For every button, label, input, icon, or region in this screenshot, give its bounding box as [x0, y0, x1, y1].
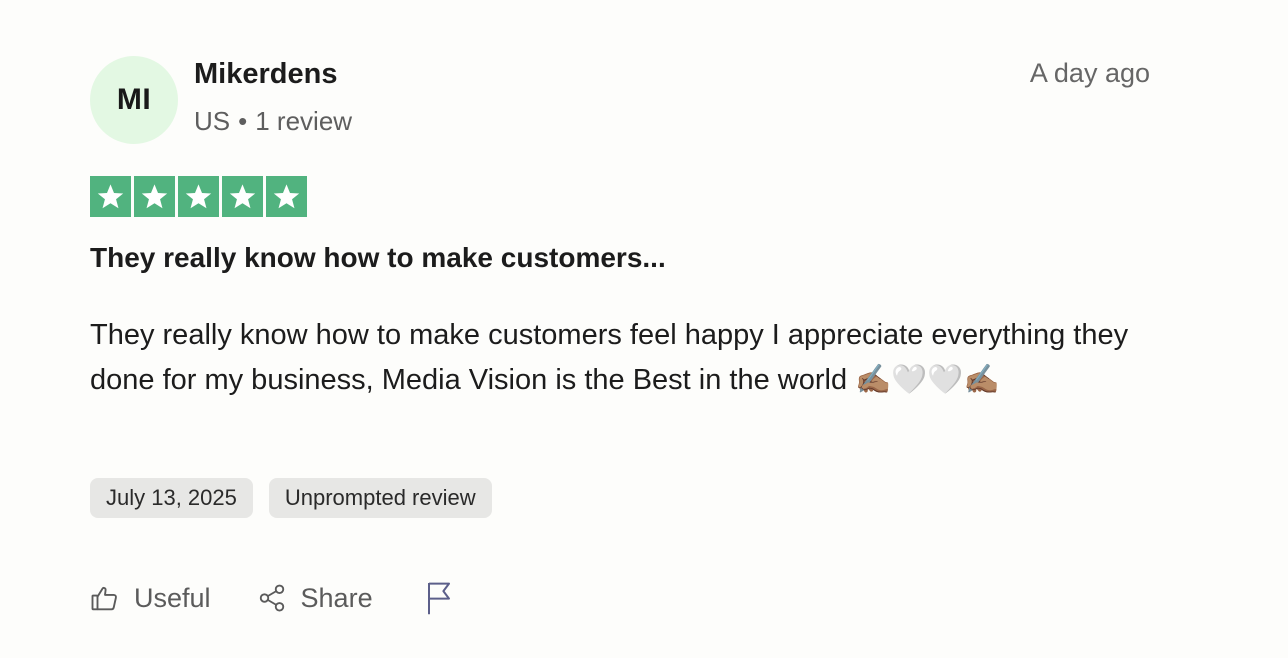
review-tags: July 13, 2025 Unprompted review — [90, 478, 492, 518]
review-text: They really know how to make customers f… — [90, 319, 1129, 396]
star-icon — [273, 184, 300, 209]
useful-button[interactable]: Useful — [90, 581, 211, 615]
review-card: MI Mikerdens US • 1 review A day ago The… — [90, 56, 1150, 615]
star-rating — [90, 176, 307, 217]
star-4 — [222, 176, 263, 217]
reviewer-name[interactable]: Mikerdens — [194, 58, 337, 91]
avatar[interactable]: MI — [90, 56, 178, 144]
star-icon — [97, 184, 124, 209]
star-2 — [134, 176, 175, 217]
review-header: MI Mikerdens US • 1 review A day ago — [90, 56, 1150, 144]
star-icon — [229, 184, 256, 209]
star-5 — [266, 176, 307, 217]
star-icon — [141, 184, 168, 209]
review-title: They really know how to make customers..… — [90, 242, 666, 273]
useful-label: Useful — [134, 582, 211, 613]
review-actions: Useful Share — [90, 578, 455, 618]
date-tag: July 13, 2025 — [90, 478, 253, 518]
unprompted-review-tag[interactable]: Unprompted review — [268, 478, 492, 518]
reviewer-meta: US • 1 review — [194, 106, 352, 137]
reviewer-country: US — [194, 106, 231, 136]
share-label: Share — [300, 582, 373, 613]
meta-separator: • — [238, 106, 248, 136]
star-3 — [178, 176, 219, 217]
review-posted-time: A day ago — [1029, 58, 1150, 88]
share-button[interactable]: Share — [257, 581, 373, 615]
flag-icon — [423, 580, 455, 616]
reviewer-review-count: 1 review — [255, 106, 353, 136]
thumbs-up-icon — [90, 581, 120, 615]
star-icon — [185, 184, 212, 209]
report-button[interactable] — [423, 580, 455, 616]
share-icon — [257, 581, 287, 615]
star-1 — [90, 176, 131, 217]
